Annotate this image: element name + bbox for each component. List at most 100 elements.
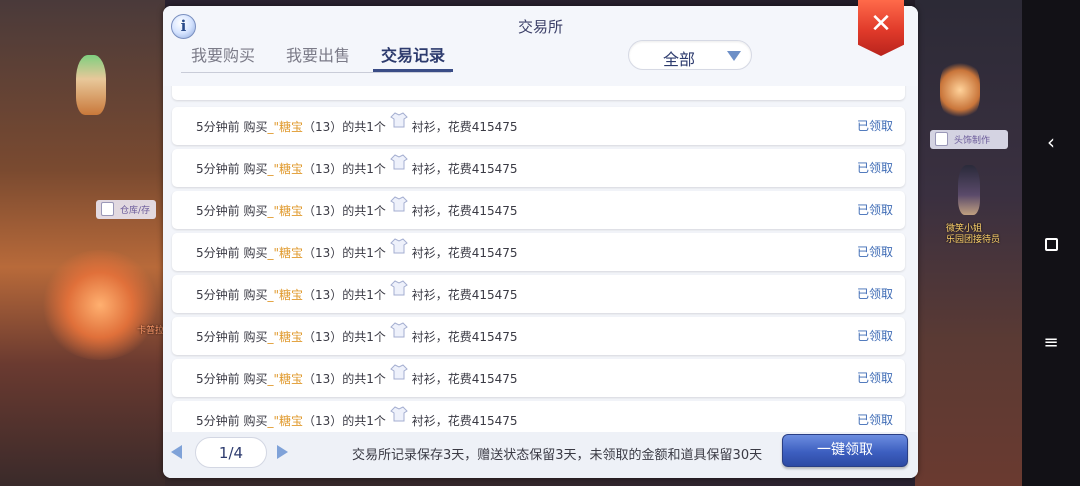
npc-name-right-2: 乐园团接待员 xyxy=(946,235,1001,245)
close-button[interactable]: ✕ xyxy=(858,0,904,56)
record-seller: _"糖宝 xyxy=(267,204,304,218)
record-text: 5分钟前 购买_"糖宝（13）的共1个 衬衫，花费415475 xyxy=(196,238,518,261)
next-page-icon[interactable] xyxy=(277,445,288,459)
npc-name-left: 卡普拉 xyxy=(137,326,165,336)
shirt-icon xyxy=(389,280,408,296)
lamp-glow xyxy=(940,60,980,120)
record-seller: _"糖宝 xyxy=(267,414,304,428)
close-icon: ✕ xyxy=(870,9,892,39)
record-item: 衬衫，花费415475 xyxy=(411,414,518,428)
list-item: 5分钟前 购买_"糖宝（13）的共1个 衬衫，花费415475 已领取 xyxy=(172,233,905,271)
record-time: 5分钟前 xyxy=(196,120,240,134)
claimed-status[interactable]: 已领取 xyxy=(857,243,893,260)
panel-header: i 交易所 我要购买 我要出售 交易记录 全部 xyxy=(163,6,918,86)
shirt-icon xyxy=(389,406,408,422)
record-text: 5分钟前 购买_"糖宝（13）的共1个 衬衫，花费415475 xyxy=(196,364,518,387)
record-item: 衬衫，花费415475 xyxy=(411,120,518,134)
claim-all-button[interactable]: 一键领取 xyxy=(782,434,908,467)
record-action: 购买 xyxy=(243,120,268,134)
record-seller: _"糖宝 xyxy=(267,246,304,260)
claimed-status[interactable]: 已领取 xyxy=(857,411,893,428)
trade-panel: i 交易所 我要购买 我要出售 交易记录 全部 5分钟前 购买_"糖宝（13）的… xyxy=(163,6,918,478)
record-time: 5分钟前 xyxy=(196,204,240,218)
record-detail: （13）的共1个 xyxy=(303,372,386,386)
npc-sprite-left[interactable] xyxy=(76,55,106,115)
world-tag-warehouse[interactable]: 仓库/存 xyxy=(96,200,157,219)
record-item: 衬衫，花费415475 xyxy=(411,372,518,386)
panel-title: 交易所 xyxy=(517,18,563,36)
list-item: 5分钟前 购买_"糖宝（13）的共1个 衬衫，花费415475 已领取 xyxy=(172,191,905,229)
shirt-icon xyxy=(389,322,408,338)
record-detail: （13）的共1个 xyxy=(303,414,386,428)
shirt-icon xyxy=(389,154,408,170)
tab-active-indicator xyxy=(373,69,453,72)
record-action: 购买 xyxy=(243,372,268,386)
record-item: 衬衫，花费415475 xyxy=(411,246,518,260)
list-item-partial xyxy=(172,86,905,100)
world-tag-headgear[interactable]: 头饰制作 xyxy=(930,130,1009,149)
claimed-status[interactable]: 已领取 xyxy=(857,117,893,134)
scroll-icon xyxy=(935,132,948,146)
record-detail: （13）的共1个 xyxy=(303,162,386,176)
retention-note: 交易所记录保存3天，赠送状态保留3天，未领取的金额和道具保留30天 xyxy=(352,448,763,463)
record-detail: （13）的共1个 xyxy=(303,204,386,218)
world-tag-headgear-label: 头饰制作 xyxy=(954,136,991,146)
list-item: 5分钟前 购买_"糖宝（13）的共1个 衬衫，花费415475 已领取 xyxy=(172,149,905,187)
list-item: 5分钟前 购买_"糖宝（13）的共1个 衬衫，花费415475 已领取 xyxy=(172,359,905,397)
scroll-icon xyxy=(101,202,114,216)
tab-divider xyxy=(181,72,451,73)
npc-name-right-1: 微笑小姐 xyxy=(946,224,983,234)
claimed-status[interactable]: 已领取 xyxy=(857,327,893,344)
record-action: 购买 xyxy=(243,162,268,176)
record-detail: （13）的共1个 xyxy=(303,246,386,260)
shirt-icon xyxy=(389,196,408,212)
npc-sprite-right[interactable] xyxy=(958,165,980,215)
record-time: 5分钟前 xyxy=(196,162,240,176)
record-time: 5分钟前 xyxy=(196,372,240,386)
shirt-icon xyxy=(389,112,408,128)
record-text: 5分钟前 购买_"糖宝（13）的共1个 衬衫，花费415475 xyxy=(196,196,518,219)
record-seller: _"糖宝 xyxy=(267,372,304,386)
menu-lines-icon[interactable]: ≡ xyxy=(1022,332,1080,353)
home-square-icon[interactable] xyxy=(1022,232,1080,256)
claimed-status[interactable]: 已领取 xyxy=(857,285,893,302)
record-text: 5分钟前 购买_"糖宝（13）的共1个 衬衫，花费415475 xyxy=(196,112,518,135)
record-action: 购买 xyxy=(243,414,268,428)
filter-dropdown[interactable]: 全部 xyxy=(628,40,752,70)
list-item: 5分钟前 购买_"糖宝（13）的共1个 衬衫，花费415475 已领取 xyxy=(172,107,905,145)
caret-down-icon xyxy=(727,51,741,61)
filter-selected: 全部 xyxy=(662,50,695,69)
record-item: 衬衫，花费415475 xyxy=(411,288,518,302)
record-text: 5分钟前 购买_"糖宝（13）的共1个 衬衫，花费415475 xyxy=(196,322,518,345)
page-indicator: 1/4 xyxy=(195,437,267,468)
claimed-status[interactable]: 已领取 xyxy=(857,201,893,218)
record-action: 购买 xyxy=(243,246,268,260)
record-seller: _"糖宝 xyxy=(267,330,304,344)
shirt-icon xyxy=(389,364,408,380)
record-time: 5分钟前 xyxy=(196,246,240,260)
record-seller: _"糖宝 xyxy=(267,288,304,302)
record-item: 衬衫，花费415475 xyxy=(411,330,518,344)
record-detail: （13）的共1个 xyxy=(303,288,386,302)
claimed-status[interactable]: 已领取 xyxy=(857,369,893,386)
panel-footer: 1/4 交易所记录保存3天，赠送状态保留3天，未领取的金额和道具保留30天 一键… xyxy=(163,432,918,478)
prev-page-icon[interactable] xyxy=(171,445,182,459)
record-text: 5分钟前 购买_"糖宝（13）的共1个 衬衫，花费415475 xyxy=(196,154,518,177)
record-seller: _"糖宝 xyxy=(267,162,304,176)
record-item: 衬衫，花费415475 xyxy=(411,162,518,176)
back-chevron-icon[interactable]: ‹ xyxy=(1022,130,1080,154)
system-nav-bar: ‹ ≡ xyxy=(1022,0,1080,486)
list-item: 5分钟前 购买_"糖宝（13）的共1个 衬衫，花费415475 已领取 xyxy=(172,317,905,355)
record-detail: （13）的共1个 xyxy=(303,330,386,344)
record-time: 5分钟前 xyxy=(196,288,240,302)
record-text: 5分钟前 购买_"糖宝（13）的共1个 衬衫，花费415475 xyxy=(196,406,518,429)
claimed-status[interactable]: 已领取 xyxy=(857,159,893,176)
record-text: 5分钟前 购买_"糖宝（13）的共1个 衬衫，花费415475 xyxy=(196,280,518,303)
record-action: 购买 xyxy=(243,204,268,218)
record-action: 购买 xyxy=(243,288,268,302)
record-action: 购买 xyxy=(243,330,268,344)
record-detail: （13）的共1个 xyxy=(303,120,386,134)
record-list[interactable]: 5分钟前 购买_"糖宝（13）的共1个 衬衫，花费415475 已领取 5分钟前… xyxy=(163,86,918,432)
record-time: 5分钟前 xyxy=(196,414,240,428)
world-tag-warehouse-label: 仓库/存 xyxy=(120,206,151,216)
